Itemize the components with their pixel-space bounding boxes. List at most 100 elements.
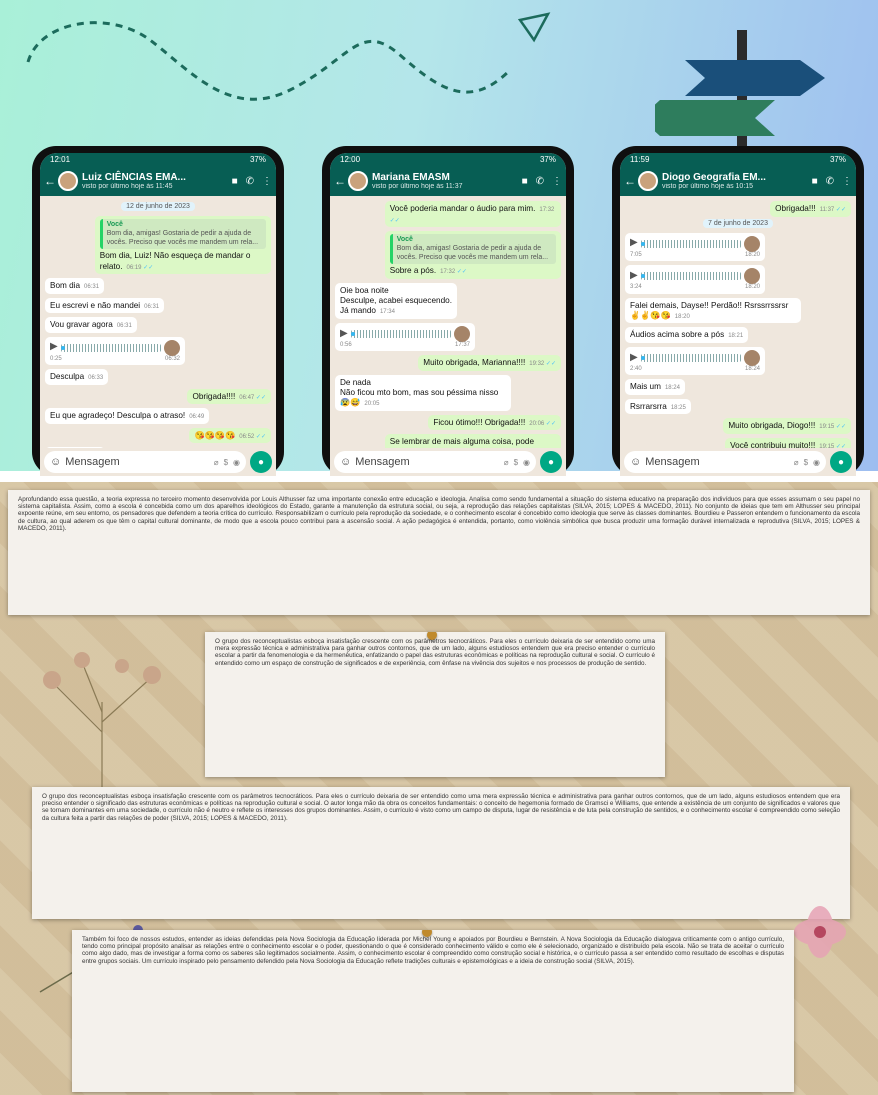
message-time: 18:20 xyxy=(744,251,760,258)
video-call-icon[interactable]: ■ xyxy=(812,176,818,187)
message-text: Eu escrevi e não mandei xyxy=(50,300,141,310)
message-bubble[interactable]: Oie boa noite Desculpe, acabei esquecend… xyxy=(335,282,457,319)
camera-icon[interactable]: ◉ xyxy=(813,458,820,467)
more-options-icon[interactable]: ⋮ xyxy=(552,176,562,187)
message-bubble[interactable]: Rsrrarsrra 18:25 xyxy=(625,398,691,415)
play-icon[interactable]: ▶ xyxy=(630,270,638,283)
audio-waveform[interactable] xyxy=(60,343,161,352)
message-bubble[interactable]: Desculpa 06:33 xyxy=(45,369,109,385)
quoted-message[interactable]: Você Bom dia, amigas! Gostaria de pedir a… xyxy=(389,234,556,265)
message-bubble[interactable]: De nada Não ficou mto bom, mas sou péssi… xyxy=(335,374,512,411)
emoji-icon[interactable]: ☺ xyxy=(630,456,641,468)
message-bubble[interactable]: Mais um 18:24 xyxy=(625,379,685,395)
message-bubble[interactable]: Se lembrar de mais alguma coisa, pode ma… xyxy=(384,434,561,448)
avatar xyxy=(454,325,470,342)
avatar[interactable] xyxy=(58,171,78,191)
text-card-3: O grupo dos reconceptualistas esboça ins… xyxy=(32,787,850,919)
emoji-icon[interactable]: ☺ xyxy=(50,456,61,468)
voice-message[interactable]: ▶ 2:40 18:24 xyxy=(625,346,765,376)
mic-button[interactable]: ● xyxy=(830,451,852,473)
message-bubble[interactable]: Vou gravar agora 06:31 xyxy=(45,317,137,333)
audio-waveform[interactable] xyxy=(350,329,451,338)
camera-icon[interactable]: ◉ xyxy=(523,458,530,467)
more-options-icon[interactable]: ⋮ xyxy=(262,176,272,187)
message-bubble[interactable]: Obrigada!!! 11:37 ✓✓ xyxy=(770,201,851,217)
message-bubble[interactable]: Você poderia mandar o áudio para mim. 17:… xyxy=(384,201,561,227)
mic-button[interactable]: ● xyxy=(250,451,272,473)
message-time: 17:34 xyxy=(379,309,395,316)
back-arrow-icon[interactable]: ← xyxy=(624,174,636,188)
voice-message[interactable]: ▶ 7:05 18:20 xyxy=(625,232,765,261)
message-input[interactable]: ☺ Mensagem ⌀ $ ◉ xyxy=(334,451,536,473)
video-call-icon[interactable]: ■ xyxy=(522,176,528,187)
message-text: Obrigada!!! xyxy=(775,204,816,213)
play-icon[interactable]: ▶ xyxy=(630,237,638,250)
message-text: Obrigada!!!! xyxy=(192,391,236,401)
status-time: 12:00 xyxy=(340,155,361,164)
payment-icon[interactable]: $ xyxy=(804,458,808,467)
audio-waveform[interactable] xyxy=(640,353,741,362)
message-input[interactable]: ☺ Mensagem ⌀ $ ◉ xyxy=(624,451,826,473)
play-icon[interactable]: ▶ xyxy=(50,341,58,354)
message-time: 19:15 xyxy=(819,443,835,448)
phone-call-icon[interactable]: ✆ xyxy=(536,176,544,187)
message-bubble[interactable]: Ficou ótimo!!! Obrigada!!! 20:06 ✓✓ xyxy=(428,414,561,431)
message-bubble[interactable]: 😍😘😘06:55 xyxy=(45,447,105,448)
contact-name[interactable]: Luiz CIÊNCIAS EMA... xyxy=(82,172,186,183)
message-text: Mais um xyxy=(630,382,661,392)
contact-name[interactable]: Mariana EMASM xyxy=(372,172,463,183)
read-receipt-icon: ✓✓ xyxy=(834,424,846,431)
avatar[interactable] xyxy=(638,171,658,191)
phone-call-icon[interactable]: ✆ xyxy=(246,176,254,187)
play-icon[interactable]: ▶ xyxy=(340,328,348,341)
audio-waveform[interactable] xyxy=(640,239,741,248)
phone-call-icon[interactable]: ✆ xyxy=(826,176,834,187)
message-bubble[interactable]: Você Bom dia, amigas! Gostaria de pedir a… xyxy=(94,216,271,274)
message-bubble[interactable]: Eu escrevi e não mandei 06:31 xyxy=(45,297,165,313)
message-time: 06:47 xyxy=(239,394,255,401)
message-bubble[interactable]: Muito obrigada, Marianna!!!! 19:32 ✓✓ xyxy=(418,355,561,371)
message-bubble[interactable]: Falei demais, Dayse!! Perdão!! Rsrssrrss… xyxy=(625,297,802,324)
message-bubble[interactable]: Obrigada!!!! 06:47 ✓✓ xyxy=(187,388,271,404)
message-time: 19:15 xyxy=(819,424,835,431)
voice-message[interactable]: ▶ 3:24 18:20 xyxy=(625,265,765,294)
emoji-icon[interactable]: ☺ xyxy=(340,456,351,468)
quoted-message[interactable]: Você Bom dia, amigas! Gostaria de pedir a… xyxy=(99,219,266,250)
more-options-icon[interactable]: ⋮ xyxy=(842,176,852,187)
attach-icon[interactable]: ⌀ xyxy=(504,458,509,467)
message-time: 18:20 xyxy=(674,313,690,320)
message-bubble[interactable]: Áudios acima sobre a pós 18:21 xyxy=(625,327,749,343)
message-bubble[interactable]: Eu que agradeço! Desculpa o atraso! 06:49 xyxy=(45,408,210,424)
message-text: Muito obrigada, Diogo!!! xyxy=(728,421,816,431)
message-bubble[interactable]: Muito obrigada, Diogo!!! 19:15 ✓✓ xyxy=(723,418,851,434)
attach-icon[interactable]: ⌀ xyxy=(794,458,799,467)
contact-name[interactable]: Diogo Geografia EM... xyxy=(662,172,766,183)
text-card-2: O grupo dos reconceptualistas esboça ins… xyxy=(205,632,665,777)
voice-message[interactable]: ▶ 0:56 17:37 xyxy=(335,322,475,352)
message-bubble[interactable]: Você Bom dia, amigas! Gostaria de pedir a… xyxy=(384,231,561,279)
message-bubble[interactable]: Você contribuiu muito!!! 19:15 ✓✓ xyxy=(725,437,851,448)
message-time: 06:31 xyxy=(144,303,160,310)
audio-waveform[interactable] xyxy=(640,272,741,280)
phone-mockup: 12:00 37% ← Mariana EMASM visto por últim… xyxy=(322,146,574,476)
back-arrow-icon[interactable]: ← xyxy=(334,174,346,188)
camera-icon[interactable]: ◉ xyxy=(233,458,240,467)
payment-icon[interactable]: $ xyxy=(514,458,518,467)
read-receipt-icon: ✓✓ xyxy=(544,420,556,427)
message-input[interactable]: ☺ Mensagem ⌀ $ ◉ xyxy=(44,451,246,473)
payment-icon[interactable]: $ xyxy=(224,458,228,467)
mic-button[interactable]: ● xyxy=(540,451,562,473)
play-icon[interactable]: ▶ xyxy=(630,352,638,365)
message-time: 06:31 xyxy=(84,284,100,290)
message-bubble[interactable]: 😘😘😘😘 06:52 ✓✓ xyxy=(189,427,271,443)
video-call-icon[interactable]: ■ xyxy=(232,176,238,187)
battery-level: 37% xyxy=(539,155,556,164)
avatar[interactable] xyxy=(348,171,368,191)
message-text: Rsrrarsrra xyxy=(630,401,667,411)
message-text: Se lembrar de mais alguma coisa, pode ma… xyxy=(389,437,534,448)
message-bubble[interactable]: Bom dia 06:31 xyxy=(45,278,105,294)
voice-message[interactable]: ▶ 0:25 06:32 xyxy=(45,336,185,365)
back-arrow-icon[interactable]: ← xyxy=(44,174,56,188)
attach-icon[interactable]: ⌀ xyxy=(214,458,219,467)
message-text: Bom dia, Luiz! Não esqueça de mandar o r… xyxy=(99,251,251,271)
